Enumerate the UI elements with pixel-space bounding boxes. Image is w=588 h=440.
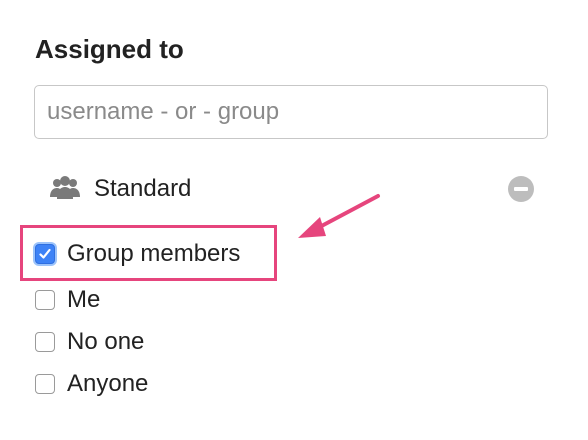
anyone-label[interactable]: Anyone [67, 368, 148, 400]
assignee-search-input[interactable] [34, 85, 548, 139]
section-title: Assigned to [35, 34, 184, 64]
no-one-label[interactable]: No one [67, 326, 144, 358]
group-icon [50, 175, 80, 201]
annotation-arrow-icon [298, 194, 380, 238]
no-one-checkbox[interactable] [35, 332, 55, 352]
remove-group-button[interactable] [508, 176, 534, 202]
assigned-group-label: Standard [94, 175, 192, 202]
me-label[interactable]: Me [67, 284, 100, 316]
anyone-checkbox[interactable] [35, 374, 55, 394]
me-checkbox[interactable] [35, 290, 55, 310]
annotation-highlight-box [20, 225, 277, 281]
